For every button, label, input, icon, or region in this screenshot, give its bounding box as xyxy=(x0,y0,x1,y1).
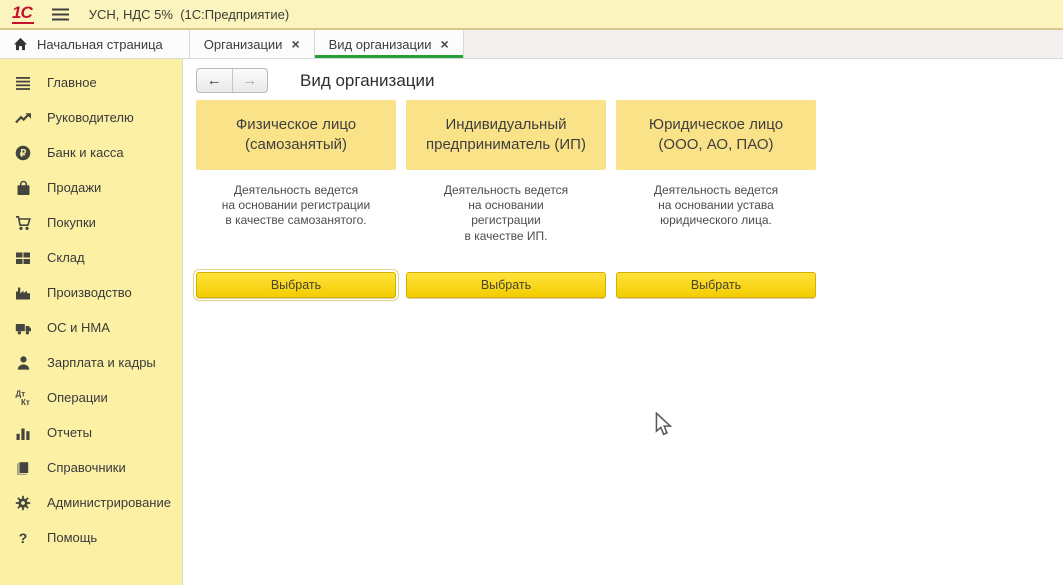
title-bar: 1С УСН, НДС 5% (1С:Предприятие) xyxy=(0,0,1063,28)
gear-icon xyxy=(13,495,33,511)
close-icon[interactable]: × xyxy=(291,37,299,51)
sidebar-item-label: Помощь xyxy=(47,530,97,545)
close-icon[interactable]: × xyxy=(441,37,449,51)
shopping-cart-icon xyxy=(13,215,33,231)
sidebar-item-label: Производство xyxy=(47,285,132,300)
page-title: Вид организации xyxy=(300,71,435,91)
tab-vid-organizacii[interactable]: Вид организации × xyxy=(315,30,464,58)
sidebar-item-label: Склад xyxy=(47,250,85,265)
card-self-employed: Физическое лицо (самозанятый) Деятельнос… xyxy=(196,100,396,298)
sidebar-item-proizvodstvo[interactable]: Производство xyxy=(0,275,182,310)
svg-text:?: ? xyxy=(19,530,28,546)
sidebar-item-glavnoe[interactable]: Главное xyxy=(0,65,182,100)
card-individual-entrepreneur: Индивидуальный предприниматель (ИП) Деят… xyxy=(406,100,606,298)
sidebar-item-label: Отчеты xyxy=(47,425,92,440)
card-description-individual-entrepreneur: Деятельность ведется на основании регист… xyxy=(444,183,568,245)
debit-credit-icon: ДтКт xyxy=(13,389,33,406)
sidebar-item-otchety[interactable]: Отчеты xyxy=(0,415,182,450)
tab-label: Организации xyxy=(204,37,283,52)
back-button[interactable]: ← xyxy=(197,69,232,92)
truck-icon xyxy=(13,320,33,336)
sidebar-item-label: Банк и касса xyxy=(47,145,124,160)
bar-chart-icon xyxy=(13,425,33,441)
sidebar-item-label: ОС и НМА xyxy=(47,320,110,335)
card-title-legal-entity: Юридическое лицо (ООО, АО, ПАО) xyxy=(616,100,816,170)
sidebar-item-label: Руководителю xyxy=(47,110,134,125)
tab-label: Начальная страница xyxy=(37,37,163,52)
books-icon xyxy=(13,460,33,476)
sidebar-item-prodazhi[interactable]: Продажи xyxy=(0,170,182,205)
card-description-legal-entity: Деятельность ведется на основании устава… xyxy=(654,183,778,245)
menu-lines-icon xyxy=(13,75,33,91)
card-title-individual-entrepreneur: Индивидуальный предприниматель (ИП) xyxy=(406,100,606,170)
svg-text:Кт: Кт xyxy=(21,398,30,406)
sidebar-item-rukovoditelyu[interactable]: Руководителю xyxy=(0,100,182,135)
warehouse-boxes-icon xyxy=(13,250,33,266)
forward-button[interactable]: → xyxy=(232,69,268,92)
card-legal-entity: Юридическое лицо (ООО, АО, ПАО) Деятельн… xyxy=(616,100,816,298)
person-icon xyxy=(13,355,33,371)
factory-icon xyxy=(13,285,33,301)
shopping-bag-icon xyxy=(13,180,33,196)
tab-label: Вид организации xyxy=(329,37,432,52)
select-button-legal-entity[interactable]: Выбрать xyxy=(616,272,816,298)
sidebar-item-administrirovanie[interactable]: Администрирование xyxy=(0,485,182,520)
select-button-self-employed[interactable]: Выбрать xyxy=(196,272,396,298)
home-icon xyxy=(13,37,28,51)
sidebar-item-label: Продажи xyxy=(47,180,101,195)
question-icon: ? xyxy=(13,530,33,546)
sidebar-item-os-i-nma[interactable]: ОС и НМА xyxy=(0,310,182,345)
sidebar-item-spravochniki[interactable]: Справочники xyxy=(0,450,182,485)
tab-organizacii[interactable]: Организации × xyxy=(190,30,315,58)
history-nav-buttons: ← → xyxy=(196,68,268,93)
sidebar-item-operacii[interactable]: ДтКт Операции xyxy=(0,380,182,415)
card-title-self-employed: Физическое лицо (самозанятый) xyxy=(196,100,396,170)
select-button-individual-entrepreneur[interactable]: Выбрать xyxy=(406,272,606,298)
main-content: ← → Вид организации Физическое лицо (сам… xyxy=(183,59,1063,585)
sidebar-item-sklad[interactable]: Склад xyxy=(0,240,182,275)
sidebar-item-bank-i-kassa[interactable]: ₽ Банк и касса xyxy=(0,135,182,170)
sidebar-item-pomoshch[interactable]: ? Помощь xyxy=(0,520,182,555)
1c-logo: 1С xyxy=(12,4,34,24)
sidebar-item-label: Операции xyxy=(47,390,108,405)
sidebar-item-label: Справочники xyxy=(47,460,126,475)
app-title: УСН, НДС 5% (1С:Предприятие) xyxy=(89,7,289,22)
sidebar-item-label: Покупки xyxy=(47,215,96,230)
trending-up-icon xyxy=(13,110,33,126)
sidebar: Главное Руководителю ₽ Банк и касса Прод… xyxy=(0,59,183,585)
tab-home[interactable]: Начальная страница xyxy=(0,30,190,58)
sidebar-item-label: Администрирование xyxy=(47,495,171,510)
card-description-self-employed: Деятельность ведется на основании регист… xyxy=(222,183,370,245)
sidebar-item-label: Главное xyxy=(47,75,97,90)
organization-type-cards: Физическое лицо (самозанятый) Деятельнос… xyxy=(196,100,816,298)
ruble-circle-icon: ₽ xyxy=(13,145,33,161)
tab-bar: Начальная страница Организации × Вид орг… xyxy=(0,28,1063,59)
sidebar-item-pokupki[interactable]: Покупки xyxy=(0,205,182,240)
main-menu-icon[interactable] xyxy=(52,8,69,21)
sidebar-item-zarplata-i-kadry[interactable]: Зарплата и кадры xyxy=(0,345,182,380)
sidebar-item-label: Зарплата и кадры xyxy=(47,355,156,370)
svg-text:₽: ₽ xyxy=(20,148,27,159)
